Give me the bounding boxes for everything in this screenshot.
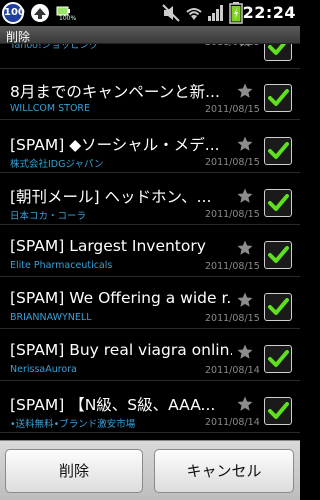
message-row[interactable]: [SPAM] Largest Inventory Elite Pharmaceut… — [0, 232, 300, 277]
message-subject: [SPAM] ◆ソーシャル・メデ... — [10, 136, 220, 154]
mute-icon — [162, 4, 180, 26]
delete-button[interactable]: 削除 — [5, 449, 143, 493]
star-icon[interactable] — [236, 135, 254, 153]
message-date: 2011/08/15 — [205, 157, 260, 168]
message-row[interactable]: [SPAM] ◆ソーシャル・メデ... 株式会社IDGジャパン 2011/08/15 — [0, 128, 300, 173]
select-checkbox[interactable] — [264, 241, 292, 269]
notification-count-badge: 100 — [2, 2, 25, 24]
message-sender: 株式会社IDGジャパン — [10, 159, 104, 170]
star-icon[interactable] — [236, 187, 254, 205]
message-date: 2011/08/14 — [205, 365, 260, 376]
star-icon[interactable] — [236, 239, 254, 257]
message-sender: 日本コカ・コーラ — [10, 211, 87, 222]
bottom-action-bar: 削除 キャンセル — [0, 440, 300, 500]
select-checkbox[interactable] — [264, 397, 292, 425]
message-date: 2011/08/15 — [205, 261, 260, 272]
title-bar: 削除 — [0, 26, 300, 44]
message-row[interactable]: [朝刊メール] ヘッドホン、... 日本コカ・コーラ 2011/08/15 — [0, 180, 300, 225]
select-checkbox[interactable] — [264, 137, 292, 165]
select-checkbox[interactable] — [264, 189, 292, 217]
message-subject: [SPAM] 【N級、S級、AAA... — [10, 396, 216, 414]
page-title: 削除 — [6, 30, 31, 44]
message-date: 2011/08/15 — [205, 313, 260, 324]
message-list[interactable]: [Yahoo!ショッピング] 11月5日は...Yahoo!ショッピング2011… — [0, 44, 300, 440]
star-icon[interactable] — [236, 44, 254, 49]
battery-percent-text: 100% — [59, 15, 77, 22]
message-date: 2011/08/14 — [205, 417, 260, 428]
message-row[interactable]: [SPAM] We Offering a wide r... BRIANNAWYN… — [0, 284, 300, 329]
signal-icon — [207, 4, 225, 26]
message-subject: [朝刊メール] ヘッドホン、... — [10, 188, 212, 206]
cancel-button[interactable]: キャンセル — [154, 449, 294, 493]
status-bar: 100 100% 22:24 — [0, 0, 300, 26]
message-sender: WILLCOM STORE — [10, 103, 91, 114]
app-notification-icon — [30, 3, 50, 27]
message-subject: [SPAM] Largest Inventory — [10, 237, 206, 255]
clock: 22:24 — [242, 3, 296, 22]
message-date: 2011/08/15 — [205, 209, 260, 220]
message-sender: Yahoo!ショッピング — [10, 44, 99, 51]
message-sender: NerissaAurora — [10, 364, 77, 375]
star-icon[interactable] — [236, 343, 254, 361]
message-subject: [SPAM] Buy real viagra onlin... — [10, 341, 232, 359]
star-icon[interactable] — [236, 291, 254, 309]
star-icon[interactable] — [236, 395, 254, 413]
message-row[interactable]: [SPAM] Buy real viagra onlin... NerissaAu… — [0, 336, 300, 381]
message-row[interactable]: 8月までのキャンペーンと新... WILLCOM STORE 2011/08/15 — [0, 75, 300, 120]
select-checkbox[interactable] — [264, 84, 292, 112]
select-checkbox[interactable] — [264, 44, 292, 61]
select-checkbox[interactable] — [264, 293, 292, 321]
message-row[interactable]: [Yahoo!ショッピング] 11月5日は...Yahoo!ショッピング2011… — [0, 44, 300, 69]
select-checkbox[interactable] — [264, 345, 292, 373]
message-sender: Elite Pharmaceuticals — [10, 260, 113, 271]
message-sender: BRIANNAWYNELL — [10, 312, 92, 323]
wifi-icon — [184, 4, 204, 26]
message-sender: •送料無料•ブランド激安市場 — [10, 419, 136, 430]
message-subject: [SPAM] We Offering a wide r... — [10, 289, 232, 307]
battery-icon — [229, 2, 243, 28]
message-row[interactable]: [SPAM] 【N級、S級、AAA... •送料無料•ブランド激安市場 2011/0… — [0, 388, 300, 433]
message-subject: 8月までのキャンペーンと新... — [10, 83, 220, 101]
star-icon[interactable] — [236, 82, 254, 100]
message-date: 2011/08/15 — [205, 104, 260, 115]
